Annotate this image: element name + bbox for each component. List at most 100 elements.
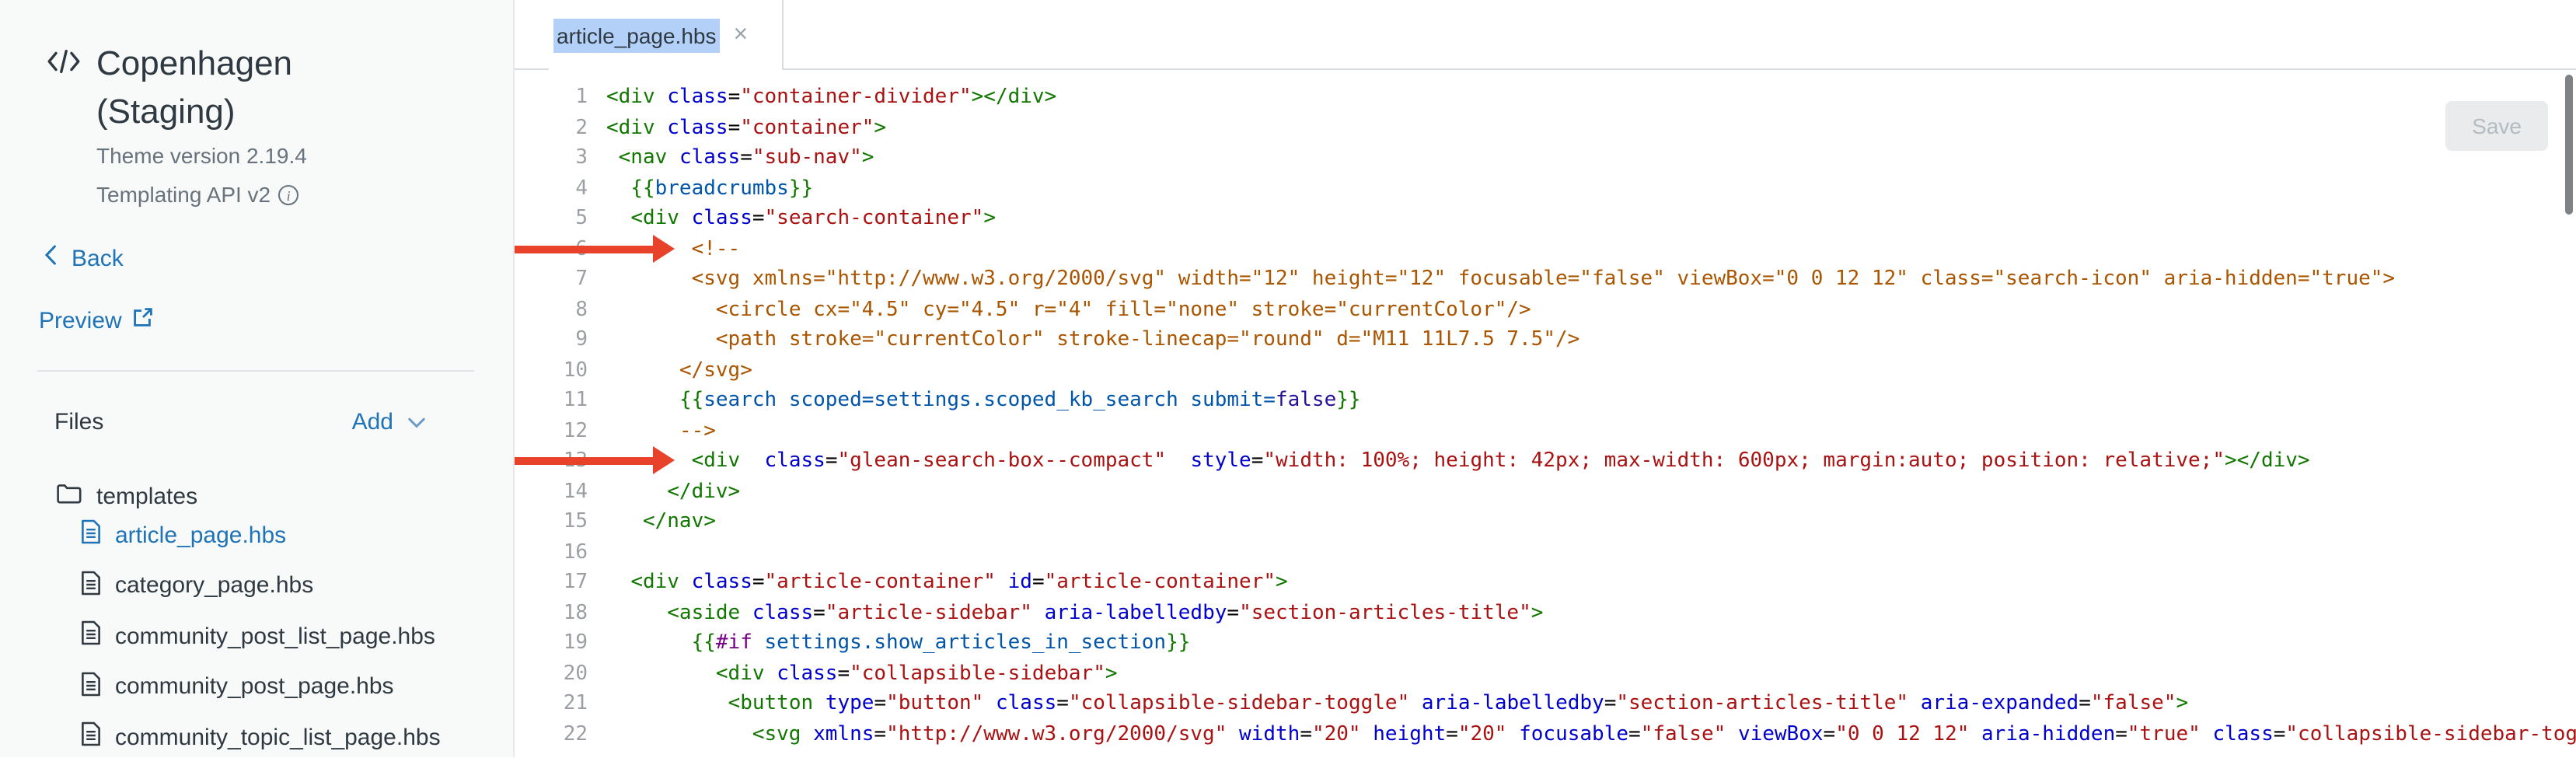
sidebar: Copenhagen (Staging) Theme version 2.19.… xyxy=(0,0,515,757)
file-item-community_post_page-hbs[interactable]: community_post_page.hbs xyxy=(81,671,513,702)
line-number: 19 xyxy=(515,628,588,658)
code-line[interactable]: 9 <path stroke="currentColor" stroke-lin… xyxy=(515,325,2576,355)
code-text: {{#if settings.show_articles_in_section}… xyxy=(606,628,1190,658)
add-file-button[interactable]: Add xyxy=(352,409,426,435)
tab-bar: article_page.hbs × xyxy=(515,0,2576,70)
code-text: <button type="button" class="collapsible… xyxy=(606,689,2188,719)
add-label: Add xyxy=(352,409,393,435)
line-number: 3 xyxy=(515,143,588,173)
code-line[interactable]: 11 {{search scoped=settings.scoped_kb_se… xyxy=(515,386,2576,416)
line-number: 6 xyxy=(515,234,588,264)
code-text: {{breadcrumbs}} xyxy=(606,173,813,204)
line-number: 17 xyxy=(515,568,588,598)
line-number: 1 xyxy=(515,82,588,113)
close-icon[interactable]: × xyxy=(734,23,749,47)
code-line[interactable]: 17 <div class="article-container" id="ar… xyxy=(515,568,2576,598)
editor-scrollbar-thumb[interactable] xyxy=(2565,75,2573,215)
code-line[interactable]: 3 <nav class="sub-nav"> xyxy=(515,143,2576,173)
line-number: 13 xyxy=(515,446,588,477)
code-line[interactable]: 7 <svg xmlns="http://www.w3.org/2000/svg… xyxy=(515,264,2576,295)
back-link[interactable]: Back xyxy=(44,244,124,272)
document-icon xyxy=(81,519,101,550)
code-line[interactable]: 18 <aside class="article-sidebar" aria-l… xyxy=(515,598,2576,628)
code-icon xyxy=(45,48,82,82)
code-text: <nav class="sub-nav"> xyxy=(606,143,874,173)
preview-link[interactable]: Preview xyxy=(39,306,155,334)
code-line[interactable]: 8 <circle cx="4.5" cy="4.5" r="4" fill="… xyxy=(515,295,2576,325)
code-line[interactable]: 21 <button type="button" class="collapsi… xyxy=(515,689,2576,719)
line-number: 20 xyxy=(515,658,588,689)
code-text: </nav> xyxy=(606,507,716,537)
external-link-icon xyxy=(133,306,155,334)
code-line[interactable]: 2 <div class="container"> xyxy=(515,113,2576,143)
code-line[interactable]: 20 <div class="collapsible-sidebar"> xyxy=(515,658,2576,689)
code-line[interactable]: 14 </div> xyxy=(515,477,2576,507)
line-number: 9 xyxy=(515,325,588,355)
document-icon xyxy=(81,570,101,601)
templating-api-text: Templating API v2 xyxy=(96,182,271,207)
file-item-community_post_list_page-hbs[interactable]: community_post_list_page.hbs xyxy=(81,620,513,651)
line-number: 2 xyxy=(515,113,588,143)
line-number: 15 xyxy=(515,507,588,537)
chevron-down-icon xyxy=(407,409,426,435)
line-number: 5 xyxy=(515,204,588,234)
file-item-community_topic_list_page-hbs[interactable]: community_topic_list_page.hbs xyxy=(81,721,513,753)
folder-row-templates[interactable]: templates xyxy=(56,482,197,512)
code-text: <svg xmlns="http://www.w3.org/2000/svg" … xyxy=(606,264,2395,295)
code-line[interactable]: 5 <div class="search-container"> xyxy=(515,204,2576,234)
line-number: 12 xyxy=(515,416,588,446)
code-text: <div class="search-container"> xyxy=(606,204,996,234)
code-line[interactable]: 1<div class="container-divider"></div> xyxy=(515,82,2576,113)
chevron-left-icon xyxy=(44,244,58,272)
document-icon xyxy=(81,721,101,753)
code-text: <!-- xyxy=(606,234,740,264)
files-header: Files Add xyxy=(54,409,426,435)
back-label: Back xyxy=(72,245,124,271)
file-name: category_page.hbs xyxy=(115,572,313,599)
line-number: 7 xyxy=(515,264,588,295)
code-text: <aside class="article-sidebar" aria-labe… xyxy=(606,598,1543,628)
files-heading: Files xyxy=(54,409,103,435)
code-text: --> xyxy=(606,416,716,446)
line-number: 21 xyxy=(515,689,588,719)
tab-article-page[interactable]: article_page.hbs × xyxy=(549,0,784,70)
code-line[interactable]: 4 {{breadcrumbs}} xyxy=(515,173,2576,204)
line-number: 10 xyxy=(515,355,588,386)
file-item-article_page-hbs[interactable]: article_page.hbs xyxy=(81,519,513,550)
code-line[interactable]: 19 {{#if settings.show_articles_in_secti… xyxy=(515,628,2576,658)
file-list: article_page.hbs category_page.hbs commu… xyxy=(81,519,513,772)
code-text: <div class="collapsible-sidebar"> xyxy=(606,658,1118,689)
code-line[interactable]: 15 </nav> xyxy=(515,507,2576,537)
code-text: <svg xmlns="http://www.w3.org/2000/svg" … xyxy=(606,719,2576,749)
file-name: community_topic_list_page.hbs xyxy=(115,724,441,750)
preview-label: Preview xyxy=(39,307,122,334)
save-button[interactable]: Save xyxy=(2445,101,2548,151)
code-line[interactable]: 22 <svg xmlns="http://www.w3.org/2000/sv… xyxy=(515,719,2576,749)
code-line[interactable]: 12 --> xyxy=(515,416,2576,446)
code-line[interactable]: 16 xyxy=(515,537,2576,568)
code-text: <div class="glean-search-box--compact" s… xyxy=(606,446,2310,477)
document-icon xyxy=(81,671,101,702)
line-number: 4 xyxy=(515,173,588,204)
code-line[interactable]: 6 <!-- xyxy=(515,234,2576,264)
line-number: 11 xyxy=(515,386,588,416)
line-number: 18 xyxy=(515,598,588,628)
file-item-category_page-hbs[interactable]: category_page.hbs xyxy=(81,570,513,601)
info-icon[interactable]: i xyxy=(278,184,298,204)
code-line[interactable]: 13 <div class="glean-search-box--compact… xyxy=(515,446,2576,477)
code-text: <circle cx="4.5" cy="4.5" r="4" fill="no… xyxy=(606,295,1531,325)
theme-editor-window: Copenhagen (Staging) Theme version 2.19.… xyxy=(0,0,2576,757)
code-line[interactable]: 10 </svg> xyxy=(515,355,2576,386)
file-name: community_post_list_page.hbs xyxy=(115,623,435,649)
file-name: article_page.hbs xyxy=(115,522,286,548)
code-editor[interactable]: 1<div class="container-divider"></div>2 <… xyxy=(515,68,2576,757)
file-name: community_post_page.hbs xyxy=(115,673,394,700)
line-number: 14 xyxy=(515,477,588,507)
code-text: <div class="container"> xyxy=(606,113,886,143)
tab-label: article_page.hbs xyxy=(553,18,720,52)
code-editor-pane: article_page.hbs × Save 1<div class="con… xyxy=(515,0,2576,757)
folder-label: templates xyxy=(96,484,197,510)
code-text: <div class="article-container" id="artic… xyxy=(606,568,1288,598)
sidebar-divider xyxy=(37,370,474,372)
folder-icon xyxy=(56,482,82,512)
